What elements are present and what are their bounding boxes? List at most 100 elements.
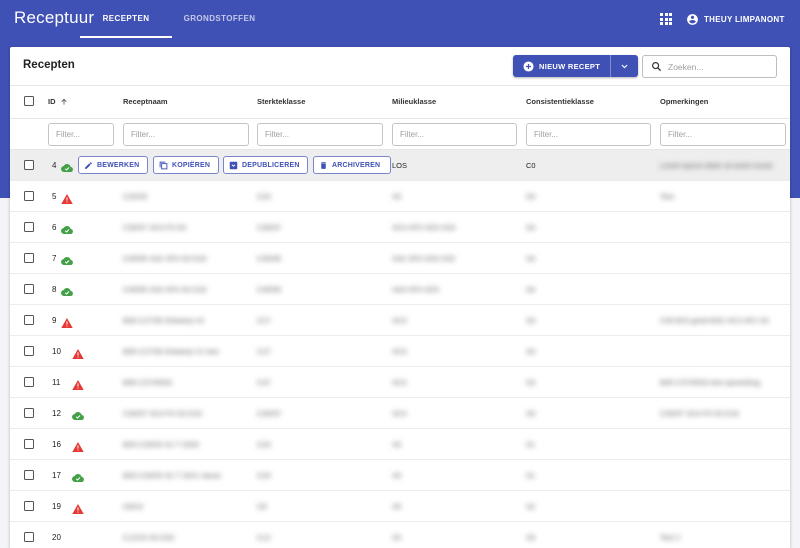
row-id: 17 [52, 471, 61, 480]
unpublish-icon [229, 161, 238, 170]
cell-consistency: S3 [526, 223, 536, 232]
user-name: THEUY LIMPANONT [704, 14, 785, 24]
cell-strength: C8 [257, 502, 267, 511]
table-row[interactable]: 8 C45/55 XA3 XF4 S4 D16 C45/55 XA3 XF4 XD3 S… [10, 274, 790, 305]
cell-name: B45 C37/45S3 [123, 378, 172, 387]
row-checkbox[interactable] [24, 470, 34, 480]
table-row[interactable]: 6 C30/37 XC4 F3 S3 C30/37 XC4 XF3 XD3 XS3 S3 [10, 212, 790, 243]
row-action-bewerken-button[interactable]: BEWERKEN [78, 156, 148, 174]
column-milieuklasse-header[interactable]: Milieuklasse [392, 97, 436, 106]
row-checkbox[interactable] [24, 191, 34, 201]
cell-name: C45/55 XA3 XF4 S4 D16 [123, 285, 207, 294]
row-id: 12 [52, 409, 61, 418]
account-circle-icon [687, 13, 698, 25]
table-row[interactable]: 7 C35/45 XA2 XF4 S3 D16 C35/45 XA2 XF4 XD3 … [10, 243, 790, 274]
cell-strength: C27 [257, 347, 271, 356]
cell-remarks: Test 2 [660, 533, 681, 542]
cell-environment: XC3 [392, 347, 407, 356]
cell-remarks: C35 B15 grind 8/32 XC3 XF2 S3 [660, 316, 769, 325]
filter-milieuklasse-input[interactable] [392, 123, 517, 146]
row-checkbox[interactable] [24, 439, 34, 449]
column-receptnaam-header[interactable]: Receptnaam [123, 97, 168, 106]
new-recipe-dropdown-button[interactable] [611, 55, 638, 77]
table-row[interactable]: 10 B35 C27/35 Ontwerp V1 test C27 XC3 S3 [10, 336, 790, 367]
cell-strength: C20 [257, 471, 271, 480]
table-row[interactable]: 9 B35 C27/35 Ontwerp V2 C27 XC3 S3 C35 B15 gr… [10, 305, 790, 336]
row-checkbox[interactable] [24, 160, 34, 170]
delete-icon [319, 161, 328, 170]
cell-consistency: S1 [526, 440, 536, 449]
divider [10, 85, 790, 86]
table-row[interactable]: 4 BEWERKEN KOPIËREN DEPUBLICEREN ARCHIVEREN L… [10, 150, 790, 181]
filter-receptnaam-input[interactable] [123, 123, 249, 146]
cloud-done-icon [61, 253, 73, 265]
cell-remarks: Test [660, 192, 674, 201]
row-checkbox[interactable] [24, 222, 34, 232]
row-id: 10 [52, 347, 61, 356]
cloud-done-icon [61, 284, 73, 296]
filter-id-input[interactable] [48, 123, 114, 146]
cell-environment: XC4 XF3 XD3 XS3 [392, 223, 456, 232]
row-checkbox[interactable] [24, 501, 34, 511]
column-consistentieklasse-header[interactable]: Consistentieklasse [526, 97, 594, 106]
cell-strength: C30/37 [257, 223, 282, 232]
column-opmerkingen-header[interactable]: Opmerkingen [660, 97, 708, 106]
table-row[interactable]: 12 C30/37 XC4 F3 S3 D16 C30/37 XC4 S3 C30/37 … [10, 398, 790, 429]
cell-strength: C45/55 [257, 285, 282, 294]
tab-grondstoffen[interactable]: GRONDSTOFFEN [172, 0, 267, 38]
row-checkbox[interactable] [24, 377, 34, 387]
row-checkbox[interactable] [24, 346, 34, 356]
column-sterkteklasse-header[interactable]: Sterkteklasse [257, 97, 305, 106]
cell-environment: X0 [392, 471, 402, 480]
cell-consistency: S1 [526, 471, 536, 480]
search-icon [652, 62, 662, 72]
cell-strength: C30/37 [257, 409, 282, 418]
cell-name: B35 C27/35 Ontwerp V2 [123, 316, 205, 325]
row-action-archiveren-button[interactable]: ARCHIVEREN [313, 156, 391, 174]
row-checkbox[interactable] [24, 408, 34, 418]
row-action-kopiren-button[interactable]: KOPIËREN [153, 156, 219, 174]
row-id: 6 [52, 223, 57, 232]
cell-consistency: S3 [526, 192, 536, 201]
cell-environment: X0 [392, 502, 402, 511]
row-checkbox[interactable] [24, 315, 34, 325]
filter-opmerkingen-input[interactable] [660, 123, 786, 146]
table-row[interactable]: 5 C20/25 C20 X0 S3 Test [10, 181, 790, 212]
cell-name: B25 C20/25 S1 T 2020 [123, 440, 200, 449]
cell-consistency: S3 [526, 378, 536, 387]
row-action-depubliceren-button[interactable]: DEPUBLICEREN [223, 156, 308, 174]
new-recipe-button[interactable]: NIEUW RECEPT [513, 55, 611, 77]
warning-icon [72, 377, 84, 390]
row-checkbox[interactable] [24, 284, 34, 294]
select-all-checkbox[interactable] [24, 96, 34, 106]
warning-icon [72, 501, 84, 514]
cell-name: C20/25 [123, 192, 148, 201]
filter-consistentieklasse-input[interactable] [526, 123, 651, 146]
row-checkbox[interactable] [24, 532, 34, 542]
chevron-down-icon [621, 64, 628, 68]
column-id-header[interactable]: ID [48, 97, 68, 106]
cell-consistency: S3 [526, 409, 536, 418]
cell-strength: C12 [257, 533, 271, 542]
cell-remarks: C30/37 XC4 F3 S3 D16 [660, 409, 739, 418]
cell-name: C35/45 XA2 XF4 S3 D16 [123, 254, 207, 263]
filter-sterkteklasse-input[interactable] [257, 123, 383, 146]
user-menu[interactable]: THEUY LIMPANONT [686, 12, 785, 26]
table-row[interactable]: 17 B25 C20/25 S1 T 2021 nieuw C20 X0 S1 [10, 460, 790, 491]
cell-environment: XA2 XF4 XD3 XS3 [392, 254, 455, 263]
apps-grid-icon[interactable] [660, 13, 672, 25]
cell-strength: C37 [257, 378, 271, 387]
row-id: 19 [52, 502, 61, 511]
cell-consistency: S3 [526, 316, 536, 325]
edit-icon [84, 161, 93, 170]
table-row[interactable]: 19 C8/10 C8 X0 S2 [10, 491, 790, 522]
tab-recepten[interactable]: RECEPTEN [80, 0, 172, 38]
row-id: 11 [52, 378, 61, 387]
table-row[interactable]: 20 C12/15 S3 D32 C12 X0 S3 Test 2 [10, 522, 790, 548]
row-id: 7 [52, 254, 57, 263]
search-input[interactable] [668, 61, 768, 72]
table-row[interactable]: 11 B45 C37/45S3 C37 XC4 S3 B45 C37/45S3 test … [10, 367, 790, 398]
table-row[interactable]: 16 B25 C20/25 S1 T 2020 C20 X0 S1 [10, 429, 790, 460]
row-checkbox[interactable] [24, 253, 34, 263]
cell-name: C12/15 S3 D32 [123, 533, 175, 542]
